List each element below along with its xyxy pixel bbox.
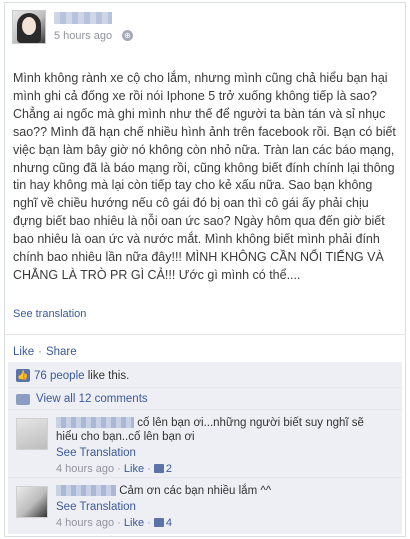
comment-text: Cảm ơn các bạn nhiều lắm ^^ <box>119 485 272 497</box>
comment-meta: 4 hours ago · Like · 4 <box>56 517 172 529</box>
post-timestamp[interactable]: 5 hours ago <box>54 30 112 42</box>
comment-item: Cảm ơn các bạn nhiều lắm ^^ See Translat… <box>8 478 402 534</box>
comment-see-translation-link[interactable]: See Translation <box>56 500 386 514</box>
comment-like-button[interactable]: Like <box>124 517 144 529</box>
view-all-row: View all 12 comments <box>8 388 402 410</box>
likes-suffix: like this. <box>84 370 130 382</box>
comment-see-translation-link[interactable]: See Translation <box>56 446 386 460</box>
share-button[interactable]: Share <box>46 346 77 358</box>
divider <box>4 334 406 335</box>
comment-body: Cảm ơn các bạn nhiều lắm ^^ See Translat… <box>56 484 386 530</box>
commenter-name-blurred[interactable] <box>56 417 134 429</box>
feedback-panel: 👍 76 people like this. View all 12 comme… <box>8 362 402 534</box>
comment-bubble-icon <box>16 394 30 405</box>
comment-body: cố lên bạn ơi...những người biết suy ngh… <box>56 416 386 476</box>
comment-meta: 4 hours ago · Like · 2 <box>56 463 172 475</box>
comment-like-count[interactable]: 2 <box>166 463 172 475</box>
comment-like-count[interactable]: 4 <box>166 517 172 529</box>
likes-summary: 76 people like this. <box>34 370 129 382</box>
view-all-comments-link[interactable]: View all 12 comments <box>36 393 148 405</box>
likes-count-link[interactable]: 76 people <box>34 370 85 382</box>
thumbs-up-icon <box>153 518 164 527</box>
like-button[interactable]: Like <box>13 346 34 358</box>
likes-row: 👍 76 people like this. <box>8 362 402 388</box>
post-header: 5 hours ago ⊕ <box>12 10 392 50</box>
globe-icon: ⊕ <box>122 30 133 41</box>
comment-time[interactable]: 4 hours ago <box>56 463 114 475</box>
comment-item: cố lên bạn ơi...những người biết suy ngh… <box>8 410 402 478</box>
post-text: Mình không rành xe cộ cho lắm, nhưng mìn… <box>13 71 396 282</box>
thumbs-up-icon: 👍 <box>16 369 30 382</box>
thumbs-up-icon <box>153 464 164 473</box>
comment-like-button[interactable]: Like <box>124 463 144 475</box>
see-translation-link[interactable]: See translation <box>13 308 86 320</box>
author-avatar[interactable] <box>12 10 46 44</box>
author-name-blurred[interactable] <box>54 12 112 24</box>
action-separator: · <box>38 346 42 358</box>
commenter-name-blurred[interactable] <box>56 485 116 497</box>
commenter-avatar[interactable] <box>16 486 48 518</box>
comment-time[interactable]: 4 hours ago <box>56 517 114 529</box>
post-actions: Like · Share <box>13 346 77 358</box>
avatar-face <box>22 17 36 35</box>
commenter-avatar[interactable] <box>16 418 48 450</box>
